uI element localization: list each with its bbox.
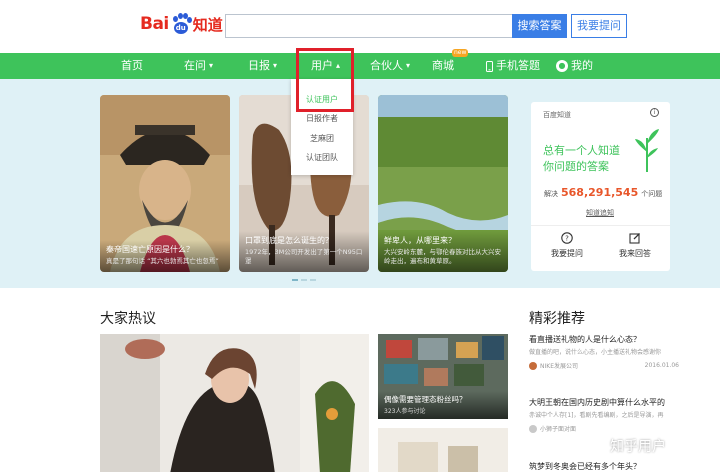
card-title: 口罩到底是怎么诞生的？ <box>245 236 333 245</box>
recommend-title: 筑梦到冬奥会已经有多个年头？ <box>529 462 641 471</box>
solved-count: 568,291,545 <box>561 186 639 199</box>
solved-suffix: 个问题 <box>641 190 663 198</box>
menu-item-verified-teams[interactable]: 认证团队 <box>291 152 353 163</box>
answer-label: 我来回答 <box>619 249 651 258</box>
answer-action[interactable]: 我来回答 <box>615 232 655 259</box>
carousel-dots[interactable] <box>292 279 316 281</box>
chevron-down-icon: ▾ <box>209 61 214 70</box>
nav-item-daily[interactable]: 日报 ▾ <box>248 53 277 79</box>
ask-question-button[interactable]: 我要提问 <box>571 14 627 38</box>
nav-label: 合伙人 <box>370 59 403 72</box>
ask-action[interactable]: ? 我要提问 <box>547 232 587 259</box>
zhidao-info-panel: 百度知道 i 总有一个人知道 你问题的答案 解决 568,291,545 个问题… <box>531 102 670 271</box>
nav-label: 在问 <box>184 59 206 72</box>
ask-label: 我要提问 <box>551 249 583 258</box>
nav-item-mall[interactable]: 商城 new <box>432 49 469 79</box>
edit-icon <box>629 233 640 244</box>
recommend-title: 大明王朝在国内历史剧中算什么水平的 <box>529 398 665 407</box>
card-subtitle: 真是了那句话 “其六也勃焉其亡也忽焉” <box>106 257 219 265</box>
avatar <box>529 361 537 370</box>
logo-paw-text: du <box>173 22 188 34</box>
nav-item-mobile-answer[interactable]: 手机答题 <box>486 53 540 79</box>
solved-count-line: 解决 568,291,545 个问题 <box>544 186 662 199</box>
users-dropdown-menu: 认证用户 日报作者 芝麻团 认证团队 <box>291 79 353 175</box>
menu-item-daily-authors[interactable]: 日报作者 <box>291 113 353 124</box>
hot-thumb[interactable]: 偶像需要管理态粉丝吗？ 323人参与讨论 <box>378 334 508 419</box>
nav-item-mine[interactable]: ● 我的 <box>556 53 593 79</box>
svg-text:?: ? <box>565 235 569 243</box>
recommend-meta: NIKE发展公司 2016.01.06 <box>529 361 679 370</box>
menu-item-sesame-team[interactable]: 芝麻团 <box>291 133 353 144</box>
hot-feature-image[interactable] <box>100 334 369 472</box>
carousel-dot[interactable] <box>301 279 307 281</box>
panel-header: 百度知道 <box>543 111 571 119</box>
hero-card[interactable]: 鲜卑人，从哪里来？ 大兴安岭东麓，与鄂伦春族对比从大兴安岭走出，遍布和黄草原。 <box>378 95 508 272</box>
slogan-line1: 总有一个人知道 <box>543 144 620 157</box>
plant-icon <box>635 129 659 172</box>
slogan-line2: 你问题的答案 <box>543 160 609 173</box>
question-icon: ? <box>561 232 573 244</box>
hero-card[interactable]: 秦帝国速亡原因是什么？ 真是了那句话 “其六也勃焉其亡也忽焉” <box>100 95 230 272</box>
nav-label: 手机答题 <box>496 59 540 72</box>
chevron-down-icon: ▾ <box>406 61 411 70</box>
user-icon: ● <box>556 60 568 72</box>
solved-prefix: 解决 <box>544 190 558 198</box>
card-subtitle: 1972年，3M公司开发出了第一个N95口罩 <box>245 248 363 265</box>
baidu-zhidao-logo[interactable]: Bai du 知道 <box>140 10 223 38</box>
recommend-section-title: 精彩推荐 <box>529 311 585 327</box>
header: Bai du 知道 搜索答案 我要提问 <box>0 0 720 52</box>
search-button[interactable]: 搜索答案 <box>512 14 567 38</box>
logo-zhidao: 知道 <box>192 15 223 34</box>
recommend-title: 看直播送礼物的人是什么心态？ <box>529 335 641 344</box>
nav-label: 用户 <box>311 59 333 72</box>
thumb-caption: 偶像需要管理态粉丝吗？ 323人参与讨论 <box>378 391 508 419</box>
recommend-item[interactable]: 大明王朝在国内历史剧中算什么水平的 赤诚中个人存[1]，看剧先看编剧，之后是导演… <box>529 397 679 433</box>
nav-label: 商城 <box>432 59 454 72</box>
card-title: 秦帝国速亡原因是什么？ <box>106 245 194 254</box>
nav-label: 我的 <box>571 59 593 72</box>
zhihu-watermark: 知乎用户 <box>610 439 666 455</box>
nav-label: 日报 <box>248 59 270 72</box>
nav-item-home[interactable]: 首页 <box>121 53 143 79</box>
recommend-item[interactable]: 看直播送礼物的人是什么心态？ 做直播的吧，说什么心态，小主播送礼物会感谢你 NI… <box>529 334 679 370</box>
chevron-down-icon: ▾ <box>273 61 278 70</box>
nav-label: 首页 <box>121 59 143 72</box>
recommend-item[interactable]: 筑梦到冬奥会已经有多个年头？ <box>529 461 679 472</box>
feature-photo <box>100 334 369 472</box>
menu-item-verified-users[interactable]: 认证用户 <box>291 94 353 105</box>
page: Bai du 知道 搜索答案 我要提问 首页 在问 ▾ 日报 ▾ 用户 ▴ 合伙人 ▾ … <box>0 0 720 472</box>
new-badge: new <box>452 49 469 57</box>
recommend-author: NIKE发展公司 <box>540 363 578 370</box>
search-input[interactable] <box>225 14 513 38</box>
recommend-desc: 赤诚中个人存[1]，看剧先看编剧，之后是导演，再 <box>529 412 664 419</box>
divider <box>531 225 670 226</box>
hot-section-title: 大家热议 <box>100 311 156 327</box>
logo-text: Bai <box>140 14 169 34</box>
info-icon[interactable]: i <box>650 108 659 117</box>
more-link[interactable]: 知道追知 <box>586 208 614 218</box>
card-caption: 秦帝国速亡原因是什么？ 真是了那句话 “其六也勃焉其亡也忽焉” <box>100 240 230 272</box>
recommend-author: 小狮子面对面 <box>540 426 577 433</box>
card-caption: 鲜卑人，从哪里来？ 大兴安岭东麓，与鄂伦春族对比从大兴安岭走出，遍布和黄草原。 <box>378 231 508 272</box>
thumb-subtitle: 323人参与讨论 <box>384 408 426 415</box>
thumb-image <box>378 428 508 472</box>
phone-icon <box>486 60 493 72</box>
recommend-desc: 做直播的吧，说什么心态，小主播送礼物会感谢你 <box>529 349 662 356</box>
main-nav: 首页 在问 ▾ 日报 ▾ 用户 ▴ 合伙人 ▾ 商城 new 手机答题 ● 我的 <box>0 49 720 79</box>
nav-item-asking[interactable]: 在问 ▾ <box>184 53 213 79</box>
card-caption: 口罩到底是怎么诞生的？ 1972年，3M公司开发出了第一个N95口罩 <box>239 231 369 272</box>
recommend-date: 2016.01.06 <box>644 362 679 369</box>
hot-thumb[interactable] <box>378 428 508 472</box>
card-subtitle: 大兴安岭东麓，与鄂伦春族对比从大兴安岭走出，遍布和黄草原。 <box>384 248 501 265</box>
card-title: 鲜卑人，从哪里来？ <box>384 236 456 245</box>
paw-icon: du <box>170 13 192 35</box>
nav-item-users[interactable]: 用户 ▴ <box>311 53 340 79</box>
avatar <box>529 424 537 433</box>
nav-item-partners[interactable]: 合伙人 ▾ <box>370 53 410 79</box>
carousel-dot[interactable] <box>310 279 316 281</box>
recommend-meta: 小狮子面对面 <box>529 424 679 433</box>
carousel-dot[interactable] <box>292 279 298 281</box>
thumb-title: 偶像需要管理态粉丝吗？ <box>384 395 467 404</box>
chevron-up-icon: ▴ <box>336 61 341 70</box>
